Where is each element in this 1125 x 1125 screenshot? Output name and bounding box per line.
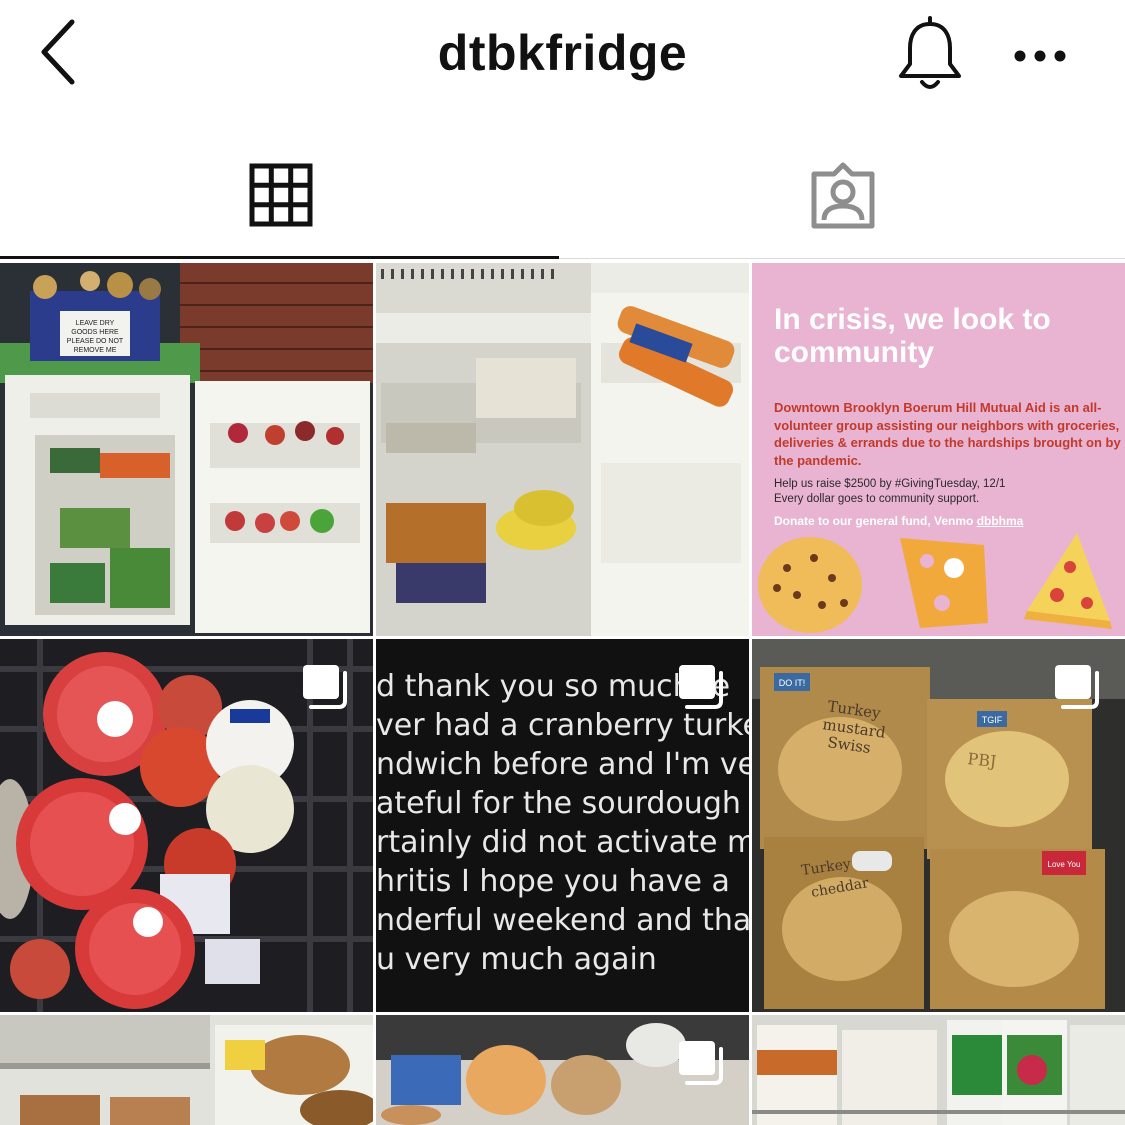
- post-image: [752, 1015, 1125, 1125]
- multiple-photos-icon: [303, 665, 347, 709]
- multiple-photos-icon: [679, 1041, 723, 1085]
- message-line: ver had a cranberry turkey: [376, 708, 749, 743]
- post-thumbnail-6[interactable]: DO IT! TGIF Love You Turkey mustard Swis…: [752, 639, 1125, 1012]
- svg-text:REMOVE ME: REMOVE ME: [74, 347, 117, 354]
- message-line: nderful weekend and thar: [376, 903, 749, 938]
- food-illustrations: [758, 533, 1112, 633]
- post-image: LEAVE DRY GOODS HERE PLEASE DO NOT REMOV…: [0, 263, 373, 636]
- multiple-photos-icon: [1055, 665, 1099, 709]
- svg-text:Love You: Love You: [1048, 860, 1081, 869]
- bag-tag-text: DO IT!: [779, 678, 806, 688]
- post-thumbnail-4[interactable]: [0, 639, 373, 1012]
- post-image: [376, 263, 749, 636]
- tab-tagged[interactable]: [563, 130, 1123, 260]
- post-thumbnail-9[interactable]: [752, 1015, 1125, 1125]
- multiple-photos-icon: [679, 665, 723, 709]
- more-horizontal-icon: [1014, 50, 1066, 62]
- svg-text:TGIF: TGIF: [982, 715, 1003, 725]
- tab-posts-grid[interactable]: [0, 130, 560, 260]
- grid-icon: [249, 163, 313, 227]
- pizza-icon: [1024, 533, 1112, 629]
- notifications-button[interactable]: [893, 14, 967, 94]
- message-line: ateful for the sourdough it: [376, 786, 749, 821]
- message-line: u very much again: [376, 942, 657, 977]
- profile-tabs: [0, 130, 1125, 260]
- post-support: Help us raise $2500 by #GivingTuesday, 1…: [774, 478, 1006, 505]
- note-text: LEAVE DRY: [76, 320, 115, 327]
- posts-grid: LEAVE DRY GOODS HERE PLEASE DO NOT REMOV…: [0, 263, 1125, 1125]
- tagged-person-icon: [811, 162, 875, 229]
- post-body: Downtown Brooklyn Boerum Hill Mutual Aid…: [774, 400, 1121, 468]
- cheese-icon: [900, 538, 988, 628]
- post-donate: Donate to our general fund, Venmo dbbhma: [774, 514, 1024, 528]
- message-line: rtainly did not activate my: [376, 825, 749, 860]
- post-thumbnail-5[interactable]: d thank you so much fe ver had a cranber…: [376, 639, 749, 1012]
- profile-header: dtbkfridge: [0, 0, 1125, 120]
- svg-text:PLEASE DO NOT: PLEASE DO NOT: [67, 338, 124, 345]
- post-image: [0, 1015, 373, 1125]
- post-thumbnail-8[interactable]: [376, 1015, 749, 1125]
- svg-text:PBJ: PBJ: [967, 749, 998, 771]
- more-options-button[interactable]: [1012, 36, 1068, 76]
- post-thumbnail-3[interactable]: In crisis, we look to community Downtown…: [752, 263, 1125, 636]
- post-heading: In crisis, we look to community: [774, 303, 1051, 369]
- active-tab-indicator: [0, 256, 559, 259]
- venmo-handle: dbbhma: [976, 514, 1024, 528]
- bell-icon: [899, 16, 961, 89]
- svg-text:GOODS HERE: GOODS HERE: [71, 329, 119, 336]
- post-thumbnail-7[interactable]: [0, 1015, 373, 1125]
- cookie-icon: [758, 537, 862, 633]
- message-line: hritis I hope you have a: [376, 864, 730, 899]
- post-thumbnail-1[interactable]: LEAVE DRY GOODS HERE PLEASE DO NOT REMOV…: [0, 263, 373, 636]
- post-thumbnail-2[interactable]: [376, 263, 749, 636]
- message-line: ndwich before and I'm ver: [376, 747, 749, 782]
